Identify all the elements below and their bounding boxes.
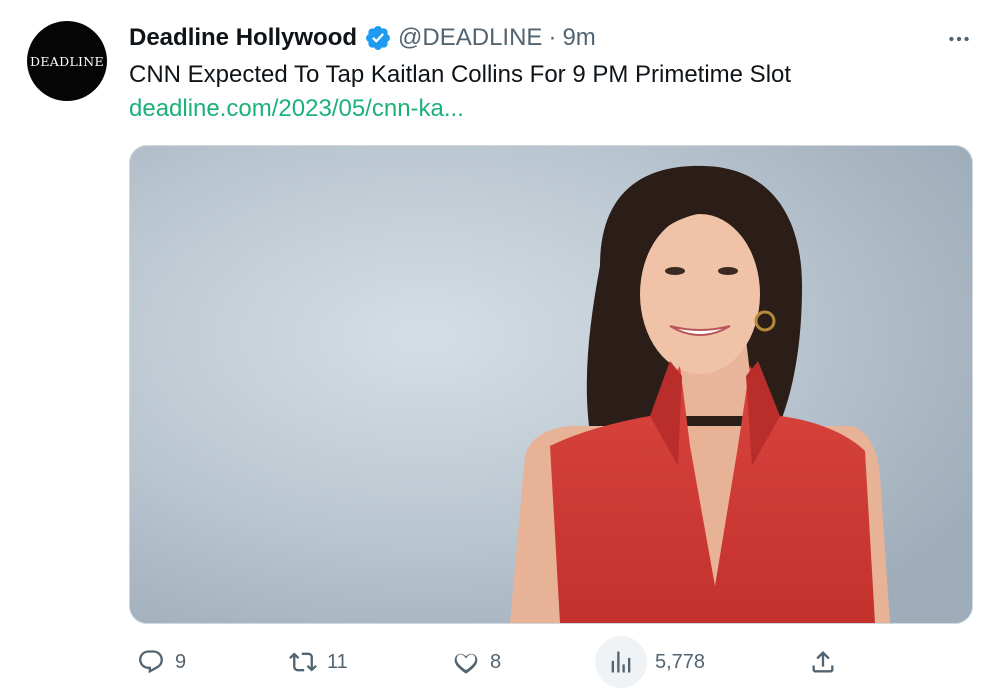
user-handle[interactable]: @DEADLINE [398, 24, 542, 52]
more-options-icon[interactable] [942, 22, 976, 56]
retweet-icon[interactable] [281, 640, 325, 684]
views-button[interactable]: 5,778 [595, 636, 706, 688]
tweet-actions-bar: 9 11 8 5,778 [129, 636, 971, 688]
share-button[interactable] [801, 640, 845, 684]
profile-avatar[interactable]: DEADLINE [27, 21, 107, 101]
reply-count: 9 [175, 650, 187, 673]
tweet-media-image[interactable] [129, 145, 973, 624]
reply-icon[interactable] [129, 640, 173, 684]
display-name[interactable]: Deadline Hollywood [129, 24, 357, 52]
tweet-header: Deadline Hollywood @DEADLINE · 9m [129, 22, 596, 54]
views-count: 5,778 [655, 650, 706, 673]
separator-dot: · [548, 24, 557, 51]
heart-icon[interactable] [444, 640, 488, 684]
verified-badge-icon [364, 24, 392, 52]
retweet-count: 11 [327, 650, 348, 673]
article-link[interactable]: deadline.com/2023/05/cnn-ka... [129, 94, 464, 124]
tweet-text: CNN Expected To Tap Kaitlan Collins For … [129, 61, 792, 88]
share-icon[interactable] [801, 640, 845, 684]
avatar-logo-text: DEADLINE [30, 53, 104, 69]
like-count: 8 [490, 650, 502, 673]
timestamp[interactable]: 9m [562, 24, 595, 52]
reply-button[interactable]: 9 [129, 640, 186, 684]
retweet-button[interactable]: 11 [281, 640, 348, 684]
views-icon[interactable] [595, 636, 647, 688]
like-button[interactable]: 8 [444, 640, 501, 684]
